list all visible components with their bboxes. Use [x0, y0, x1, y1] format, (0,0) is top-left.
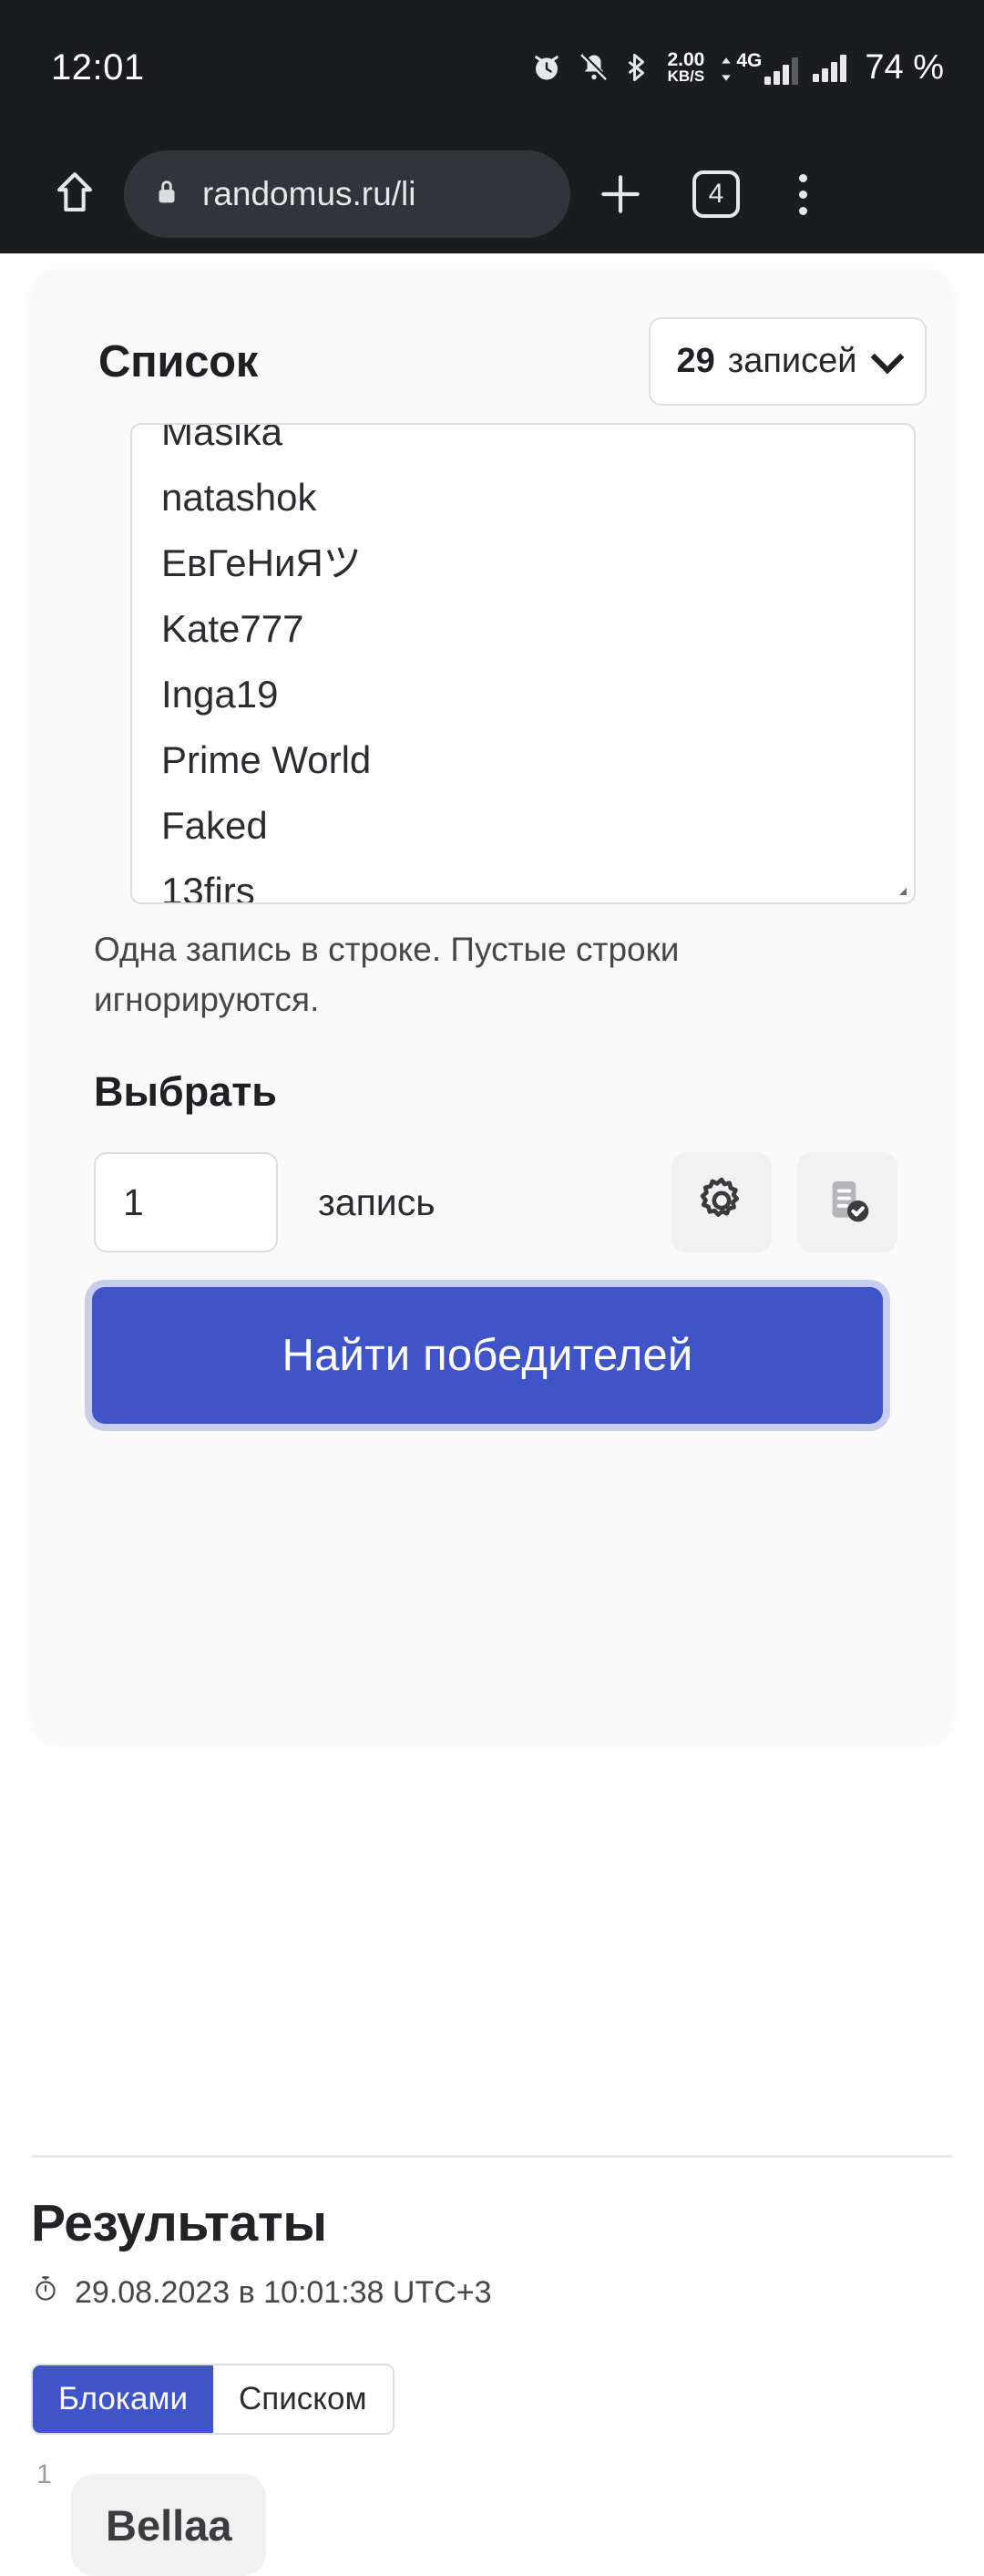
- list-item: Kate777: [161, 607, 304, 650]
- results-timestamp: 29.08.2023 в 10:01:38 UTC+3: [31, 2274, 492, 2312]
- list-card: Список 29 записей Masika natashok ЕвГеНи…: [32, 270, 952, 1742]
- tab-counter-button[interactable]: 4: [671, 170, 762, 218]
- winners-count-unit-label: запись: [318, 1180, 436, 1223]
- results-title: Результаты: [31, 2194, 327, 2252]
- winner-name-chip: Bellaa: [71, 2474, 267, 2576]
- lock-icon: [151, 177, 182, 212]
- signal-bars-icon: [813, 53, 847, 82]
- tab-list[interactable]: Списком: [213, 2365, 393, 2433]
- page-content: Список 29 записей Masika natashok ЕвГеНи…: [0, 253, 984, 2576]
- tab-blocks[interactable]: Блоками: [33, 2365, 214, 2433]
- gear-icon: [696, 1175, 747, 1231]
- pick-row: 1 запись: [94, 1152, 897, 1252]
- url-text: randomus.ru/li: [202, 175, 416, 212]
- document-check-icon: [822, 1175, 873, 1231]
- settings-button[interactable]: [671, 1152, 772, 1252]
- winner-index-label: 1: [36, 2459, 52, 2489]
- list-item: Masika: [161, 423, 283, 453]
- entries-hint-text: Одна запись в строке. Пустые строки игно…: [94, 931, 680, 1018]
- entries-textarea[interactable]: Masika natashok ЕвГеНиЯツ Kate777 Inga19 …: [130, 423, 916, 904]
- find-winners-button[interactable]: Найти победителей: [92, 1287, 883, 1424]
- textarea-resize-handle[interactable]: [896, 884, 908, 897]
- bell-muted-icon: [578, 51, 610, 84]
- section-divider: [32, 2155, 952, 2158]
- list-item: ЕвГеНиЯツ: [161, 541, 362, 584]
- alarm-clock-icon: [530, 51, 563, 84]
- template-button[interactable]: [797, 1152, 897, 1252]
- bluetooth-icon: [625, 51, 652, 84]
- battery-percent-label: 74 %: [865, 47, 944, 87]
- results-timestamp-text: 29.08.2023 в 10:01:38 UTC+3: [75, 2275, 492, 2310]
- status-bar-clock: 12:01: [51, 46, 145, 88]
- tab-count-label: 4: [692, 170, 740, 218]
- more-vertical-icon[interactable]: [762, 173, 844, 215]
- chevron-down-icon: [870, 340, 904, 374]
- entry-count-select[interactable]: 29 записей: [649, 317, 927, 406]
- winners-count-input[interactable]: 1: [94, 1152, 278, 1252]
- address-bar[interactable]: randomus.ru/li: [124, 150, 570, 238]
- browser-toolbar: randomus.ru/li 4: [0, 135, 984, 253]
- entry-count-value: 29: [676, 342, 715, 380]
- entry-count-label: записей: [727, 342, 857, 380]
- list-item: Inga19: [161, 673, 279, 716]
- entries-list: Masika natashok ЕвГеНиЯツ Kate777 Inga19 …: [132, 423, 914, 904]
- list-card-header: Список 29 записей: [98, 317, 927, 406]
- home-icon[interactable]: [35, 168, 115, 221]
- results-view-toggle: Блоками Списком: [31, 2364, 395, 2435]
- plus-icon[interactable]: [570, 169, 671, 220]
- list-item: natashok: [161, 476, 317, 519]
- status-bar: 12:01 2.00 KB/S 4G 74 %: [0, 0, 984, 135]
- pick-section-title: Выбрать: [94, 1068, 277, 1115]
- signal-4g-icon: 4G: [719, 50, 799, 85]
- network-speed-indicator: 2.00 KB/S: [667, 48, 705, 85]
- list-item: Faked: [161, 804, 268, 847]
- list-item: Prime World: [161, 738, 372, 781]
- pick-icon-buttons: [671, 1152, 897, 1252]
- stopwatch-icon: [31, 2274, 60, 2312]
- page-title: Список: [98, 336, 259, 386]
- status-bar-icons: 2.00 KB/S 4G 74 %: [530, 48, 944, 88]
- list-item: 13firs: [161, 870, 255, 904]
